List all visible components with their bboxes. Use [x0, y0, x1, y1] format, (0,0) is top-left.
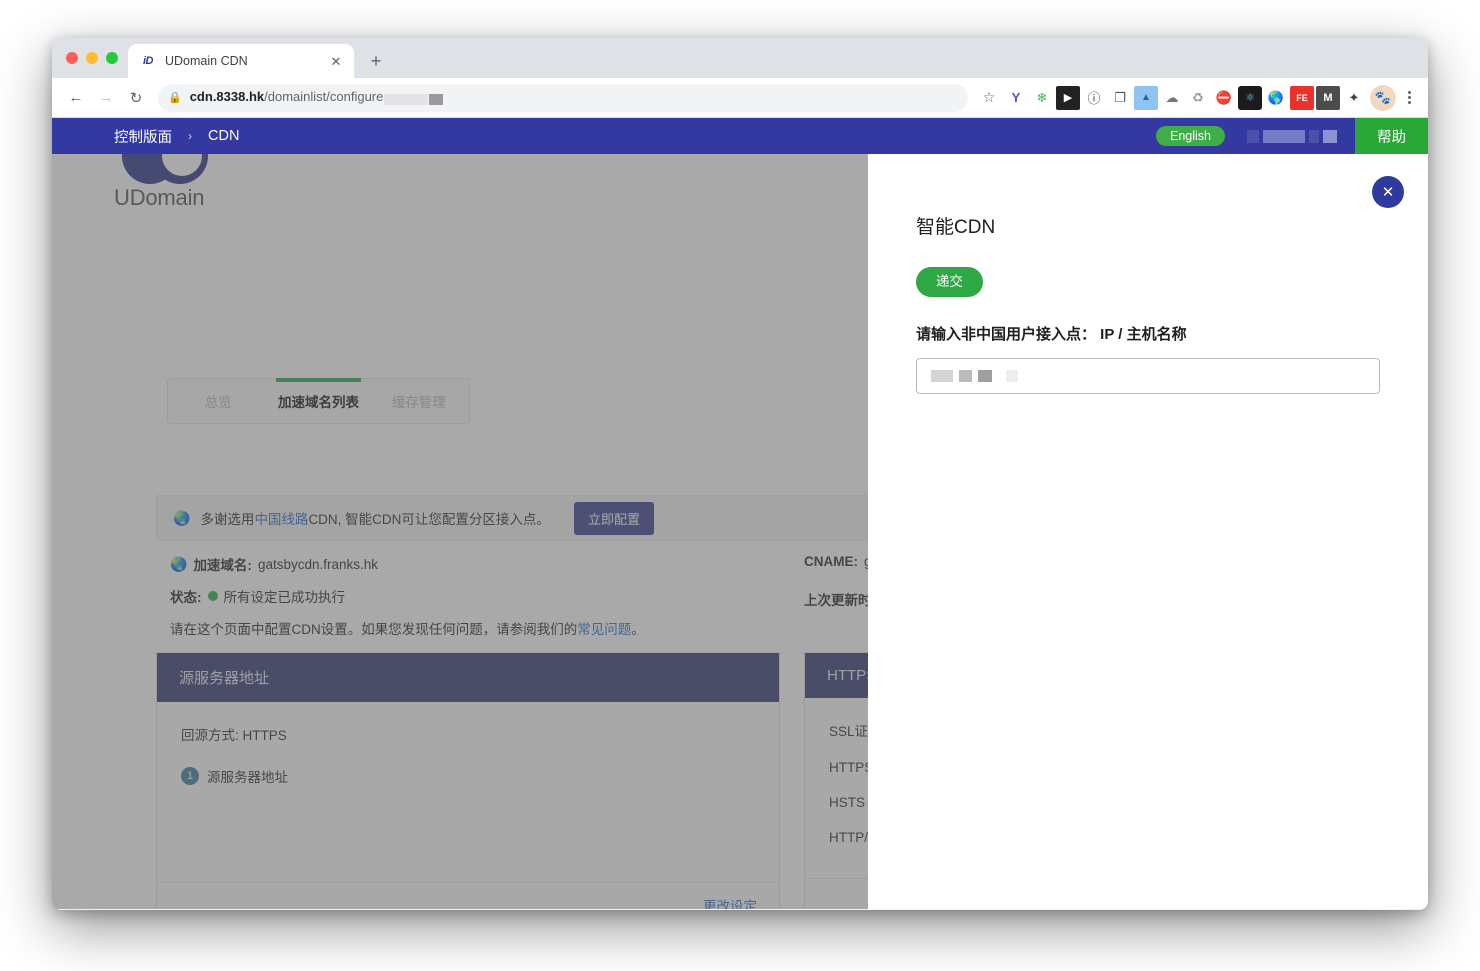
- kebab-menu-icon[interactable]: [1398, 91, 1420, 104]
- copy-icon[interactable]: ❐: [1108, 86, 1132, 110]
- globe-icon[interactable]: 🌎: [1264, 86, 1288, 110]
- arrow-left-icon[interactable]: ←: [62, 84, 90, 112]
- grammarly-icon[interactable]: Y: [1004, 86, 1028, 110]
- browser-window: iD UDomain CDN ✕ + ← → ↻ 🔒 cdn.8338.hk/d…: [52, 38, 1428, 910]
- gmail-m-icon[interactable]: M: [1316, 85, 1340, 110]
- app-header: 控制版面 › CDN English 帮助: [52, 118, 1428, 154]
- lock-icon: 🔒: [168, 92, 182, 104]
- adblock-icon[interactable]: ⛔: [1212, 86, 1236, 110]
- address-bar-url: cdn.8338.hk/domainlist/configure: [190, 89, 445, 105]
- close-icon[interactable]: ✕: [328, 53, 344, 69]
- account-name-redacted[interactable]: [1247, 129, 1337, 143]
- window-traffic-lights: [64, 38, 128, 78]
- smart-cdn-drawer: ✕ 智能CDN 递交 请输入非中国用户接入点： IP / 主机名称: [868, 154, 1428, 909]
- browser-tab-strip: iD UDomain CDN ✕ +: [52, 38, 1428, 78]
- field-label-prefix: 请输入非中国用户接入点：: [916, 325, 1101, 343]
- fe-icon[interactable]: FE: [1290, 85, 1314, 110]
- field-label-bold: IP / 主机名称: [1100, 325, 1187, 343]
- browser-tab[interactable]: iD UDomain CDN ✕: [128, 44, 354, 78]
- submit-button[interactable]: 递交: [916, 267, 983, 297]
- browser-toolbar: ← → ↻ 🔒 cdn.8338.hk/domainlist/configure…: [52, 78, 1428, 118]
- star-icon[interactable]: ☆: [976, 85, 1002, 111]
- address-bar[interactable]: 🔒 cdn.8338.hk/domainlist/configure: [158, 83, 968, 112]
- evernote-icon[interactable]: ❄: [1030, 86, 1054, 110]
- pocket-icon[interactable]: ▶: [1056, 85, 1080, 110]
- plus-icon[interactable]: +: [362, 47, 390, 75]
- access-point-input[interactable]: [916, 357, 1380, 394]
- udomain-favicon: iD: [143, 55, 154, 67]
- avatar-icon[interactable]: 🐾: [1370, 84, 1396, 111]
- help-button[interactable]: 帮助: [1355, 118, 1428, 154]
- recycle-icon[interactable]: ♻: [1186, 86, 1210, 110]
- access-point-field-label: 请输入非中国用户接入点： IP / 主机名称: [916, 323, 1380, 344]
- close-icon[interactable]: ✕: [1372, 176, 1404, 208]
- cloud-icon[interactable]: ☁: [1160, 86, 1184, 110]
- breadcrumb-item-dashboard[interactable]: 控制版面: [114, 126, 172, 147]
- extensions-row: Y ❄ ▶ ⓘ ❐ ▲ ☁ ♻ ⛔ ⚛ 🌎 FE M ✦: [1004, 85, 1366, 110]
- react-devtools-icon[interactable]: ⚛: [1238, 85, 1262, 110]
- arrow-right-icon[interactable]: →: [92, 84, 120, 112]
- reload-icon[interactable]: ↻: [122, 84, 150, 112]
- url-domain: cdn.8338.hk: [189, 89, 265, 105]
- breadcrumb-item-cdn[interactable]: CDN: [208, 128, 239, 144]
- url-redaction: [384, 91, 444, 106]
- screenshot-root: iD UDomain CDN ✕ + ← → ↻ 🔒 cdn.8338.hk/d…: [0, 0, 1480, 971]
- analytics-icon[interactable]: ▲: [1134, 85, 1158, 110]
- close-window-button[interactable]: [66, 52, 78, 64]
- drawer-title: 智能CDN: [916, 217, 996, 238]
- chevron-right-icon: ›: [188, 129, 192, 143]
- breadcrumb: 控制版面 › CDN: [52, 126, 239, 147]
- url-path: /domainlist/configure: [264, 89, 384, 105]
- browser-tab-title: UDomain CDN: [165, 54, 248, 68]
- language-button[interactable]: English: [1156, 125, 1225, 147]
- minimize-window-button[interactable]: [86, 52, 98, 64]
- info-circle-icon[interactable]: ⓘ: [1082, 86, 1106, 110]
- puzzle-extensions-icon[interactable]: ✦: [1342, 86, 1366, 110]
- page-viewport: 控制版面 › CDN English 帮助 ✕ 智能CDN 递交 请输入非中国用…: [52, 118, 1428, 909]
- maximize-window-button[interactable]: [106, 52, 118, 64]
